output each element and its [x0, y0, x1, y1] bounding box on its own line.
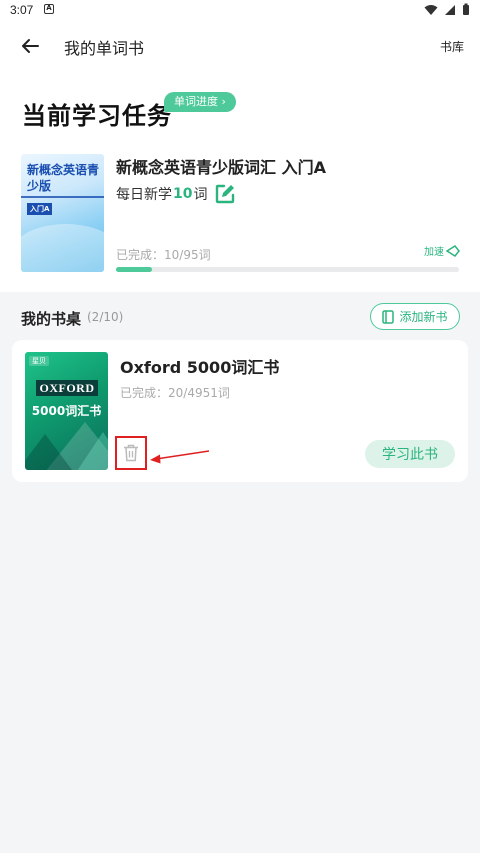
rocket-icon — [446, 244, 460, 257]
oxford-book-cover[interactable]: 星贝 OXFORD 5000词汇书 — [25, 352, 108, 470]
cover-decoration — [21, 224, 104, 272]
edit-daily-goal-button[interactable] — [214, 183, 236, 205]
add-book-icon — [382, 309, 395, 324]
speed-up-label: 加速 — [424, 247, 444, 258]
daily-goal: 每日新学 10 词 — [116, 184, 207, 204]
daily-prefix: 每日新学 — [116, 187, 172, 203]
current-book-completed: 已完成：10/95词 — [116, 248, 211, 262]
wifi-icon — [424, 4, 438, 15]
current-book-title: 新概念英语青少版词汇 入门A — [116, 158, 326, 177]
chevron-right-icon: › — [221, 95, 226, 108]
current-book-cover[interactable]: 新概念英语青少版 入门A — [21, 154, 104, 272]
status-bar: 3:07 A — [0, 0, 480, 22]
status-time: 3:07 — [10, 3, 34, 17]
speed-up-button[interactable]: 加速 — [424, 243, 460, 258]
desk-book-title: Oxford 5000词汇书 — [120, 358, 280, 377]
notification-icon: A — [44, 4, 54, 14]
library-button[interactable]: 书库 — [440, 38, 464, 55]
cover-name: OXFORD — [36, 380, 98, 396]
desk-count: (2/10) — [87, 310, 124, 324]
current-task-section: 我的单词书 书库 当前学习任务 单词进度 › 新概念英语青少版 入门A 新概念英… — [0, 22, 480, 292]
page-title: 我的单词书 — [64, 39, 145, 58]
signal-icon — [445, 4, 455, 15]
add-book-label: 添加新书 — [399, 310, 448, 324]
cover-title: 新概念英语青少版 — [27, 163, 100, 193]
progress-fill — [116, 267, 152, 272]
battery-icon — [463, 3, 469, 15]
back-button[interactable] — [18, 34, 42, 58]
delete-book-button[interactable] — [115, 436, 147, 470]
cover-decoration — [73, 432, 108, 470]
edit-icon — [215, 184, 235, 204]
trash-icon — [124, 444, 138, 462]
word-progress-button[interactable]: 单词进度 › — [164, 92, 236, 112]
daily-suffix: 词 — [193, 187, 208, 203]
annotation-arrow-icon — [150, 450, 210, 464]
add-book-button[interactable]: 添加新书 — [370, 303, 460, 330]
cover-subtitle: 5000词汇书 — [31, 404, 102, 418]
desk-book-completed: 已完成：20/4951词 — [120, 386, 230, 400]
progress-track — [116, 267, 459, 272]
back-arrow-icon — [22, 39, 39, 53]
cover-decoration — [25, 434, 75, 470]
daily-count: 10 — [173, 186, 193, 202]
current-task-heading: 当前学习任务 — [22, 102, 172, 130]
study-book-button[interactable]: 学习此书 — [365, 440, 455, 468]
desk-title: 我的书桌 — [21, 310, 82, 328]
cover-tag: 入门A — [27, 203, 53, 215]
app-bar: 我的单词书 书库 — [0, 22, 480, 70]
desk-book-card[interactable]: 星贝 OXFORD 5000词汇书 Oxford 5000词汇书 已完成：20/… — [12, 340, 468, 482]
status-icons — [424, 3, 470, 16]
word-progress-label: 单词进度 — [174, 95, 218, 108]
cover-divider — [21, 196, 104, 198]
cover-brand: 星贝 — [29, 356, 49, 366]
